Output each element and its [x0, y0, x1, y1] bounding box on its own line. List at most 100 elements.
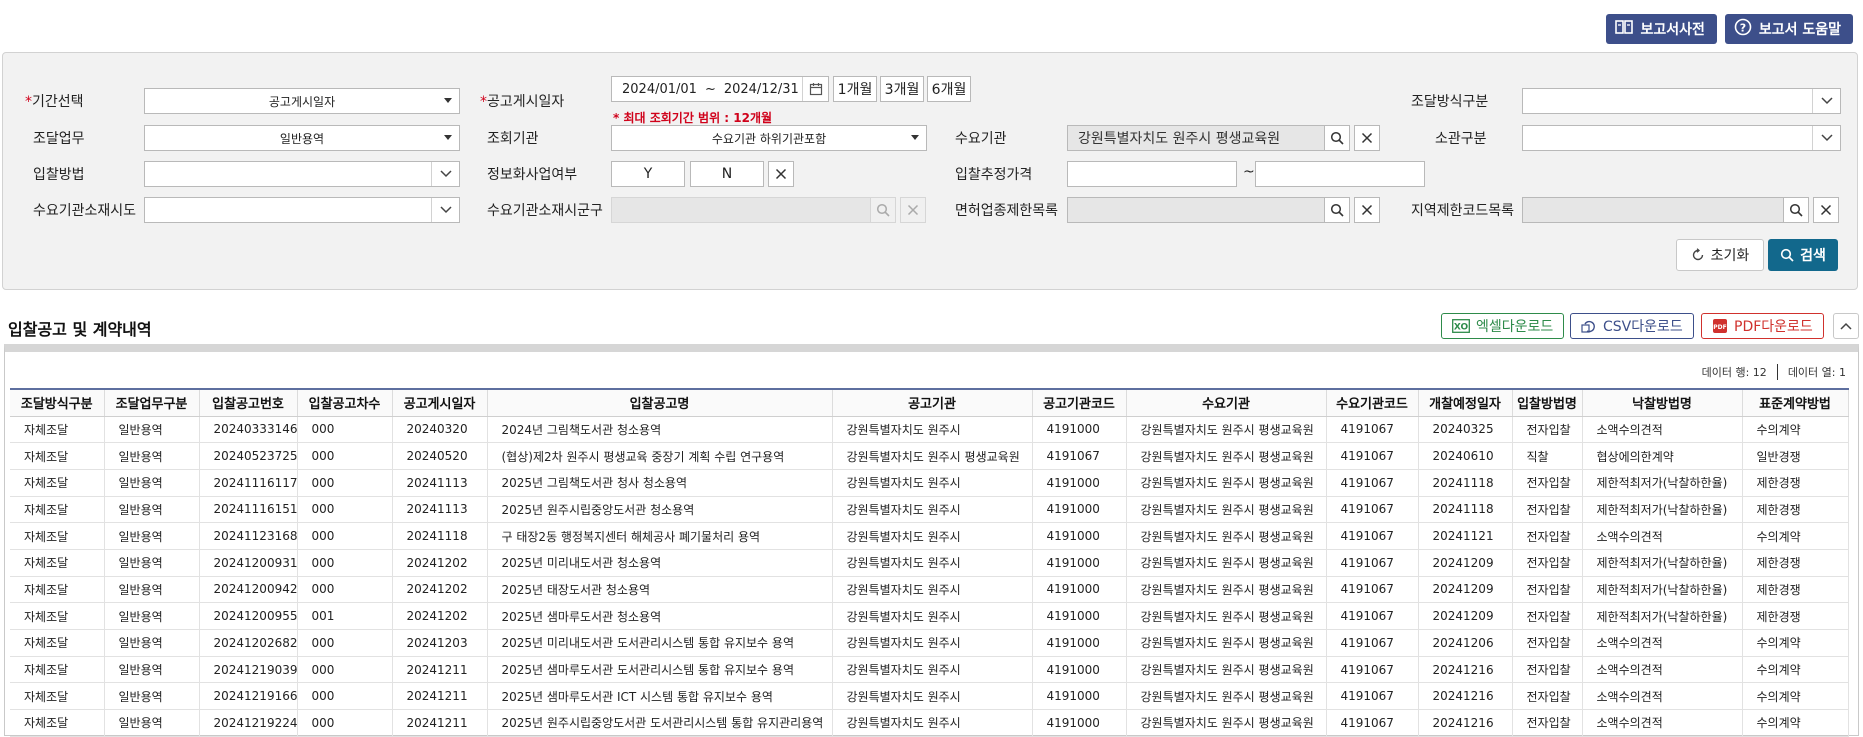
question-circle-icon: ?	[1733, 17, 1753, 41]
task-select-value: 일반용역	[279, 131, 325, 146]
est-price-to-input[interactable]	[1255, 161, 1425, 187]
reset-button[interactable]: 초기화	[1676, 239, 1764, 271]
info-biz-clear-button[interactable]	[768, 161, 794, 187]
excel-download-button[interactable]: XO 엑셀다운로드	[1441, 313, 1565, 339]
table-cell: 일반용역	[104, 416, 200, 444]
column-header[interactable]: 수요기관코드	[1326, 388, 1419, 417]
table-row[interactable]: 자체조달 일반용역 20241202682 000 20241203 2025년 미리내도…	[10, 629, 1849, 657]
table-cell: 20240320	[392, 416, 488, 444]
calendar-icon[interactable]	[802, 77, 828, 101]
info-biz-no-button[interactable]: N	[690, 161, 764, 187]
table-cell: 일반용역	[104, 442, 200, 470]
column-header[interactable]: 조달방식구분	[10, 388, 105, 417]
procure-method-select[interactable]	[1522, 88, 1841, 114]
column-header[interactable]: 공고기관	[832, 388, 1033, 417]
table-cell: 수의계약	[1742, 416, 1849, 444]
org-sigungu-input[interactable]	[611, 197, 871, 223]
demand-org-input[interactable]: 강원특별자치도 원주시 평생교육원	[1067, 125, 1325, 151]
bid-method-select[interactable]	[144, 161, 460, 187]
table-cell: 20241209	[1418, 602, 1513, 630]
table-cell: 20241209	[1418, 549, 1513, 577]
table-cell: 강원특별자치도 원주시	[832, 416, 1033, 444]
table-cell: 4191067	[1326, 682, 1419, 711]
table-cell: 2025년 샘마루도서관 도서관리시스템 통합 유지보수 용역	[487, 656, 833, 684]
column-header[interactable]: 공고기관코드	[1032, 388, 1127, 417]
table-cell: 자체조달	[10, 682, 105, 711]
table-row[interactable]: 자체조달 일반용역 20241116117 000 20241113 2025년 그림책도…	[10, 469, 1849, 497]
license-clear-button[interactable]	[1354, 197, 1380, 223]
range-3-month-button[interactable]: 3개월	[880, 76, 924, 102]
region-search-button[interactable]	[1783, 197, 1809, 223]
column-header[interactable]: 입찰방법명	[1512, 388, 1583, 417]
table-row[interactable]: 자체조달 일반용역 20241123168 000 20241118 구 태장2동 행정복…	[10, 522, 1849, 550]
bid-method-label: 입찰방법	[33, 167, 85, 183]
table-cell: 자체조달	[10, 576, 105, 604]
column-header[interactable]: 조달업무구분	[104, 388, 200, 417]
est-price-from-input[interactable]	[1067, 161, 1237, 187]
search-icon	[1330, 131, 1344, 145]
column-header[interactable]: 개찰예정일자	[1418, 388, 1513, 417]
license-input[interactable]	[1067, 197, 1325, 223]
table-cell: 강원특별자치도 원주시 평생교육원	[1126, 682, 1327, 711]
range-6-month-button[interactable]: 6개월	[927, 76, 971, 102]
info-biz-yes-button[interactable]: Y	[611, 161, 685, 187]
license-search-button[interactable]	[1324, 197, 1350, 223]
demand-org-search-button[interactable]	[1324, 125, 1350, 151]
report-dictionary-button[interactable]: 보고서사전	[1606, 14, 1717, 44]
table-cell: 20241200942	[199, 576, 298, 604]
column-header[interactable]: 낙찰방법명	[1582, 388, 1743, 417]
table-cell: 000	[297, 549, 393, 577]
query-org-select[interactable]: 수요기관 하위기관포함	[611, 125, 927, 151]
table-cell: 4191000	[1032, 709, 1127, 737]
region-input[interactable]	[1522, 197, 1784, 223]
table-cell: 000	[297, 496, 393, 524]
org-sigungu-clear-button[interactable]	[900, 197, 926, 223]
column-header[interactable]: 표준계약방법	[1742, 388, 1849, 417]
jurisdiction-select[interactable]	[1522, 125, 1841, 151]
table-cell: 수의계약	[1742, 709, 1849, 737]
table-row[interactable]: 자체조달 일반용역 20241200931 000 20241202 2025년 미리내도…	[10, 549, 1849, 577]
table-cell: 20241118	[392, 522, 488, 550]
range-1-month-button[interactable]: 1개월	[833, 76, 877, 102]
table-row[interactable]: 자체조달 일반용역 20241116151 000 20241113 2025년 원주시립…	[10, 496, 1849, 524]
table-cell: 강원특별자치도 원주시	[832, 602, 1033, 630]
collapse-button[interactable]	[1833, 313, 1859, 339]
table-cell: 20241216	[1418, 709, 1513, 737]
search-button[interactable]: 검색	[1768, 239, 1838, 271]
org-sido-select[interactable]	[144, 197, 460, 223]
table-cell: 4191067	[1326, 442, 1419, 470]
table-row[interactable]: 자체조달 일반용역 20241219224 000 20241211 2025년 원주시립…	[10, 709, 1849, 737]
table-row[interactable]: 자체조달 일반용역 20241219166 000 20241211 2025년 샘마루도…	[10, 682, 1849, 711]
date-range-input[interactable]: 2024/01/01 ~ 2024/12/31	[611, 76, 829, 102]
column-header[interactable]: 입찰공고차수	[297, 388, 393, 417]
pdf-download-button[interactable]: PDF PDF다운로드	[1701, 313, 1824, 339]
report-help-button[interactable]: ? 보고서 도움말	[1724, 14, 1853, 44]
region-clear-button[interactable]	[1813, 197, 1839, 223]
column-header[interactable]: 공고게시일자	[392, 388, 488, 417]
table-row[interactable]: 자체조달 일반용역 20241200942 000 20241202 2025년 태장도서…	[10, 576, 1849, 604]
table-row[interactable]: 자체조달 일반용역 20240523725 000 20240520 (협상)제2차 원주…	[10, 442, 1849, 470]
column-header[interactable]: 수요기관	[1126, 388, 1327, 417]
pdf-download-label: PDF다운로드	[1734, 319, 1813, 335]
table-cell: 직찰	[1512, 442, 1583, 470]
column-header[interactable]: 입찰공고번호	[199, 388, 298, 417]
search-label: 검색	[1800, 248, 1826, 264]
csv-download-button[interactable]: CSV다운로드	[1570, 313, 1694, 339]
table-cell: 4191000	[1032, 416, 1127, 444]
task-select[interactable]: 일반용역	[144, 125, 460, 151]
column-header[interactable]: 입찰공고명	[487, 388, 833, 417]
table-cell: 소액수의견적	[1582, 709, 1743, 737]
table-row[interactable]: 자체조달 일반용역 20240333146 000 20240320 2024년 그림책도…	[10, 416, 1849, 444]
table-cell: 20241206	[1418, 629, 1513, 657]
period-select[interactable]: 공고게시일자	[144, 88, 460, 114]
table-cell: 4191067	[1032, 442, 1127, 470]
org-sigungu-search-button[interactable]	[870, 197, 896, 223]
table-row[interactable]: 자체조달 일반용역 20241200955 001 20241202 2025년 샘마루도…	[10, 602, 1849, 630]
table-cell: 20241202	[392, 549, 488, 577]
table-cell: 20241200955	[199, 602, 298, 630]
table-row[interactable]: 자체조달 일반용역 20241219039 000 20241211 2025년 샘마루도…	[10, 656, 1849, 684]
table-cell: 4191000	[1032, 576, 1127, 604]
table-cell: 2025년 그림책도서관 청사 청소용역	[487, 469, 833, 497]
table-cell: 20241123168	[199, 522, 298, 550]
demand-org-clear-button[interactable]	[1354, 125, 1380, 151]
